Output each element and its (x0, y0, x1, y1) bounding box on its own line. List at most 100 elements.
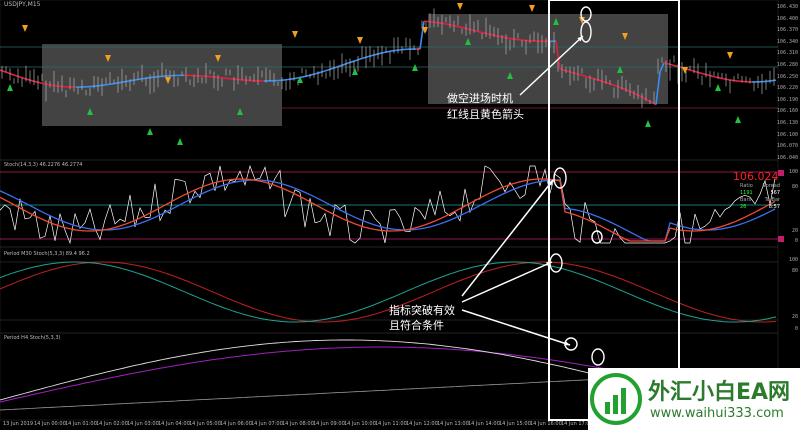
chart-canvas[interactable] (0, 0, 800, 430)
price-tick: 106.370 (776, 27, 798, 34)
osc-tick: 0 (794, 238, 798, 244)
osc-tick: 100 (788, 169, 798, 175)
osc-tick: 100 (788, 257, 798, 263)
time-tick: 14 Jun 13:00 (437, 421, 469, 427)
ma-segment (299, 75, 305, 79)
time-tick: 14 Jun 10:00 (344, 421, 376, 427)
ma-segment (443, 22, 449, 26)
pane-border (0, 159, 779, 248)
sell-arrow-icon (727, 52, 733, 59)
ma-segment (359, 57, 365, 60)
sell-arrow-icon (22, 25, 28, 32)
price-tick: 106.310 (776, 50, 798, 57)
sell-arrow-icon (457, 3, 463, 10)
sell-arrow-icon (529, 5, 535, 12)
time-tick: 14 Jun 12:00 (406, 421, 438, 427)
sell-arrow-icon (357, 37, 363, 44)
ma-segment (387, 50, 393, 53)
ma-segment (671, 64, 677, 67)
price-tick: 106.220 (776, 85, 798, 92)
time-tick: 14 Jun 02:00 (96, 421, 128, 427)
time-tick: 14 Jun 04:00 (158, 421, 190, 427)
ma-segment (475, 30, 481, 33)
price-tick: 106.160 (776, 108, 798, 115)
ma-segment (583, 75, 589, 78)
stoch-marker (778, 236, 784, 242)
ma-segment (39, 82, 45, 85)
time-tick: 13 Jun 2019 (3, 421, 34, 427)
annotation-arrow (461, 261, 553, 303)
time-tick: 14 Jun 11:00 (375, 421, 407, 427)
buy-arrow-icon (735, 116, 741, 123)
highlight-circle (591, 230, 603, 244)
ma-segment (459, 26, 465, 29)
price-tick: 106.070 (776, 143, 798, 150)
osc-tick: 0 (794, 326, 798, 332)
osc-tick: 20 (791, 314, 798, 320)
sell-arrow-icon (682, 67, 688, 74)
time-tick: 14 Jun 09:00 (313, 421, 345, 427)
ma-segment (11, 73, 17, 77)
buy-arrow-icon (177, 138, 183, 145)
ma-segment (711, 75, 717, 78)
m30-signal-line (0, 261, 777, 323)
time-tick: 14 Jun 08:00 (282, 421, 314, 427)
time-tick: 14 Jun 07:00 (251, 421, 283, 427)
m30-main-line (0, 261, 777, 323)
buy-arrow-icon (7, 84, 13, 91)
watermark: 外汇小白EA网 www.waihui333.com (588, 368, 800, 430)
ma-segment (579, 74, 585, 77)
indicator-annotation-line2: 且符合条件 (389, 319, 444, 332)
ma-segment (699, 72, 705, 75)
ma-segment (515, 38, 521, 41)
price-tick: 106.280 (776, 62, 798, 68)
stoch-main-line (0, 179, 776, 242)
annotation-arrow (461, 179, 554, 297)
time-tick: 14 Jun 03:00 (127, 421, 159, 427)
buy-arrow-icon (352, 68, 358, 75)
m30-label: Period M30 Stoch(5,3,3) 89.4 96.2 (4, 251, 90, 257)
ma-segment (479, 31, 485, 34)
time-tick: 14 Jun 15:00 (499, 421, 531, 427)
price-tick: 106.340 (776, 38, 798, 45)
sell-arrow-icon (292, 31, 298, 38)
chart-title: USDJPY,M15 (4, 1, 41, 8)
time-tick: 14 Jun 14:00 (468, 421, 500, 427)
short-entry-annotation-line2: 红线且黄色箭头 (447, 108, 524, 121)
price-tick: 106.130 (776, 120, 798, 126)
price-tick: 106.400 (776, 15, 798, 22)
price-tick: 106.190 (776, 96, 798, 103)
buy-arrow-icon (412, 64, 418, 71)
ma-segment (507, 37, 513, 40)
osc-tick: 80 (791, 268, 798, 274)
stoch-label: Stoch(14,3,3) 46.2276 46.2774 (4, 162, 83, 168)
ma-segment (103, 83, 109, 86)
stoch-marker (778, 170, 784, 176)
buy-arrow-icon (147, 128, 153, 135)
trading-chart-window[interactable]: USDJPY,M15 Stoch(14,3,3) 46.2276 46.2774… (0, 0, 800, 430)
price-tick: 106.040 (776, 154, 798, 161)
stoch-big-value: 106.024 (733, 170, 779, 183)
time-tick: 14 Jun 01:00 (65, 421, 97, 427)
osc-tick: 20 (791, 228, 798, 234)
annotation-arrow (461, 309, 571, 346)
price-tick: 106.430 (776, 4, 798, 10)
ma-segment (323, 69, 329, 72)
ma-segment (719, 77, 725, 80)
short-entry-annotation-line1: 做空进场时机 (447, 92, 513, 105)
time-tick: 14 Jun 05:00 (189, 421, 221, 427)
price-tick: 106.100 (776, 131, 798, 138)
time-tick: 14 Jun 16:00 (530, 421, 562, 427)
ma-segment (455, 25, 461, 28)
highlight-zone (42, 44, 282, 126)
osc-tick: 80 (791, 184, 798, 190)
stoch-signal-line (0, 178, 776, 242)
buy-arrow-icon (715, 84, 721, 91)
indicator-annotation-line1: 指标突破有效 (389, 304, 455, 317)
buy-arrow-icon (645, 120, 651, 127)
stoch-info-panel: Ratio Spread 1191 567 Bars To Bar 26 8:5… (740, 183, 780, 210)
time-tick: 14 Jun 00:00 (34, 421, 66, 427)
watermark-name: 外汇小白EA网 (648, 380, 791, 405)
highlight-circle (591, 348, 605, 366)
watermark-url: www.waihui333.com (650, 406, 784, 421)
